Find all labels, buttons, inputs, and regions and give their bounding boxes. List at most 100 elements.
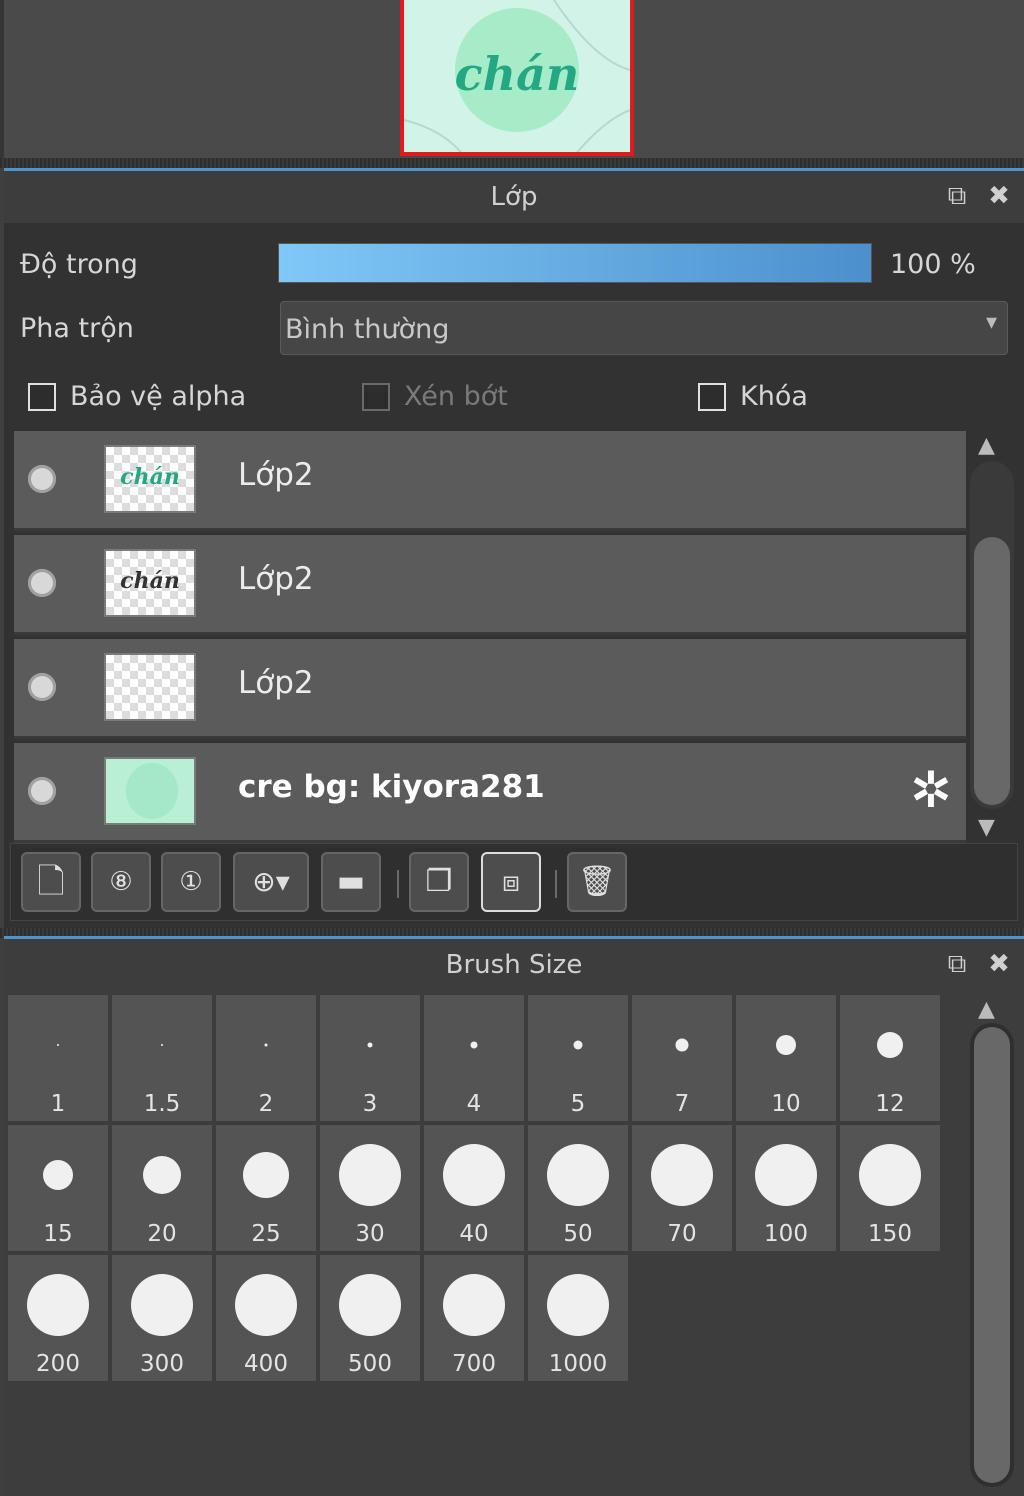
navigator-preview[interactable]: chán [400, 0, 634, 156]
brush-size-cell[interactable]: 50 [528, 1125, 628, 1251]
layer-name: Lớp2 [238, 561, 314, 597]
brush-size-cell[interactable]: 4 [424, 995, 524, 1121]
brush-size-cell[interactable]: 3 [320, 995, 420, 1121]
duplicate-layer-icon[interactable]: ❐ [409, 852, 469, 912]
layer-thumbnail: chán [104, 445, 196, 513]
alpha-protect-checkbox[interactable] [28, 383, 56, 411]
visibility-icon[interactable] [28, 465, 56, 493]
layer-row[interactable]: chán Lớp2 [14, 431, 966, 531]
layer-thumbnail-text: chán [120, 568, 180, 594]
brush-scrollbar-thumb[interactable] [974, 1027, 1010, 1483]
brush-size-cell[interactable]: 150 [840, 1125, 940, 1251]
folder-icon[interactable]: ▬ [321, 852, 381, 912]
layers-panel: Lớp ⧉ ✖ Độ trong 100 % Pha trộn Bình thư… [4, 168, 1024, 930]
scroll-up-icon[interactable]: ▲ [978, 433, 995, 458]
layer-row[interactable]: chán Lớp2 [14, 535, 966, 635]
undock-icon[interactable]: ⧉ [942, 181, 972, 211]
brush-size-cell[interactable]: 300 [112, 1255, 212, 1381]
brush-size-label: 7 [674, 1091, 690, 1117]
layer-name: Lớp2 [238, 457, 314, 493]
chevron-down-icon: ▾ [985, 310, 997, 335]
lock-label: Khóa [740, 381, 808, 412]
merge-layer-icon[interactable]: ⧈ [481, 852, 541, 912]
blend-mode-select[interactable]: Bình thường ▾ [280, 301, 1008, 355]
close-icon[interactable]: ✖ [984, 949, 1014, 979]
visibility-icon[interactable] [28, 569, 56, 597]
layer-thumbnail: chán [104, 549, 196, 617]
brush-size-cell[interactable]: 25 [216, 1125, 316, 1251]
brush-size-label: 10 [771, 1091, 801, 1117]
gear-icon[interactable]: ✲ [910, 765, 952, 815]
brush-size-label: 1.5 [143, 1091, 181, 1117]
brush-preview-dot [57, 1044, 59, 1046]
brush-size-cell[interactable]: 400 [216, 1255, 316, 1381]
layer-name: Lớp2 [238, 665, 314, 701]
brush-panel-title: Brush Size [4, 939, 1024, 991]
brush-size-cell[interactable]: 10 [736, 995, 836, 1121]
toolbar-divider [397, 870, 399, 898]
brush-preview-dot [264, 1043, 268, 1047]
layer-scrollbar-thumb[interactable] [974, 537, 1010, 805]
brush-preview-dot [131, 1274, 193, 1336]
brush-size-cell[interactable]: 12 [840, 995, 940, 1121]
brush-size-label: 500 [348, 1351, 392, 1377]
brush-size-cell[interactable]: 200 [8, 1255, 108, 1381]
brush-size-cell[interactable]: 500 [320, 1255, 420, 1381]
close-icon[interactable]: ✖ [984, 181, 1014, 211]
brush-preview-dot [755, 1144, 817, 1206]
brush-preview-dot [776, 1035, 796, 1055]
brush-size-label: 12 [875, 1091, 905, 1117]
layer-scrollbar[interactable] [970, 461, 1014, 809]
panel-separator [0, 158, 1024, 168]
layer-row-selected[interactable]: cre bg: kiyora281 ✲ [14, 743, 966, 843]
layer-toolbar: 🗋 ⑧ ① ⊕▾ ▬ ❐ ⧈ 🗑 [10, 843, 1018, 921]
brush-size-cell[interactable]: 15 [8, 1125, 108, 1251]
brush-size-cell[interactable]: 70 [632, 1125, 732, 1251]
brush-size-cell[interactable]: 2 [216, 995, 316, 1121]
brush-size-cell[interactable]: 700 [424, 1255, 524, 1381]
opacity-label: Độ trong [20, 249, 138, 280]
brush-size-label: 700 [452, 1351, 496, 1377]
brush-size-cell[interactable]: 1 [8, 995, 108, 1121]
layer-row[interactable]: Lớp2 [14, 639, 966, 739]
visibility-icon[interactable] [28, 673, 56, 701]
brush-size-cell[interactable]: 20 [112, 1125, 212, 1251]
brush-size-cell[interactable]: 1.5 [112, 995, 212, 1121]
scroll-up-icon[interactable]: ▲ [978, 997, 995, 1022]
brush-preview-dot [651, 1144, 713, 1206]
brush-preview-dot [27, 1274, 89, 1336]
opacity-slider[interactable] [278, 243, 872, 283]
scroll-down-icon[interactable]: ▼ [978, 815, 995, 840]
brush-preview-dot [675, 1038, 689, 1052]
brush-size-cell[interactable]: 40 [424, 1125, 524, 1251]
add-layer-menu-icon[interactable]: ⊕▾ [233, 852, 309, 912]
brush-preview-dot [367, 1042, 373, 1048]
brush-size-cell[interactable]: 5 [528, 995, 628, 1121]
new-1bit-layer-icon[interactable]: ① [161, 852, 221, 912]
brush-preview-dot [339, 1144, 401, 1206]
brush-size-label: 2 [258, 1091, 274, 1117]
undock-icon[interactable]: ⧉ [942, 949, 972, 979]
brush-preview-dot [339, 1274, 401, 1336]
brush-size-cell[interactable]: 7 [632, 995, 732, 1121]
brush-size-cell[interactable]: 1000 [528, 1255, 628, 1381]
brush-preview-dot [547, 1144, 609, 1206]
brush-size-cell[interactable]: 100 [736, 1125, 836, 1251]
brush-size-label: 40 [459, 1221, 489, 1247]
brush-size-label: 150 [868, 1221, 912, 1247]
trash-icon[interactable]: 🗑 [567, 852, 627, 912]
new-layer-icon[interactable]: 🗋 [21, 852, 81, 912]
new-8bit-layer-icon[interactable]: ⑧ [91, 852, 151, 912]
visibility-icon[interactable] [28, 777, 56, 805]
brush-size-label: 15 [43, 1221, 73, 1247]
brush-scrollbar[interactable] [970, 1023, 1014, 1487]
brush-size-cell[interactable]: 30 [320, 1125, 420, 1251]
brush-preview-dot [470, 1041, 478, 1049]
brush-preview-dot [243, 1152, 289, 1198]
brush-size-label: 30 [355, 1221, 385, 1247]
brush-preview-dot [573, 1040, 583, 1050]
brush-preview-dot [43, 1160, 73, 1190]
lock-checkbox[interactable] [698, 383, 726, 411]
brush-preview-dot [859, 1144, 921, 1206]
brush-size-label: 4 [466, 1091, 482, 1117]
